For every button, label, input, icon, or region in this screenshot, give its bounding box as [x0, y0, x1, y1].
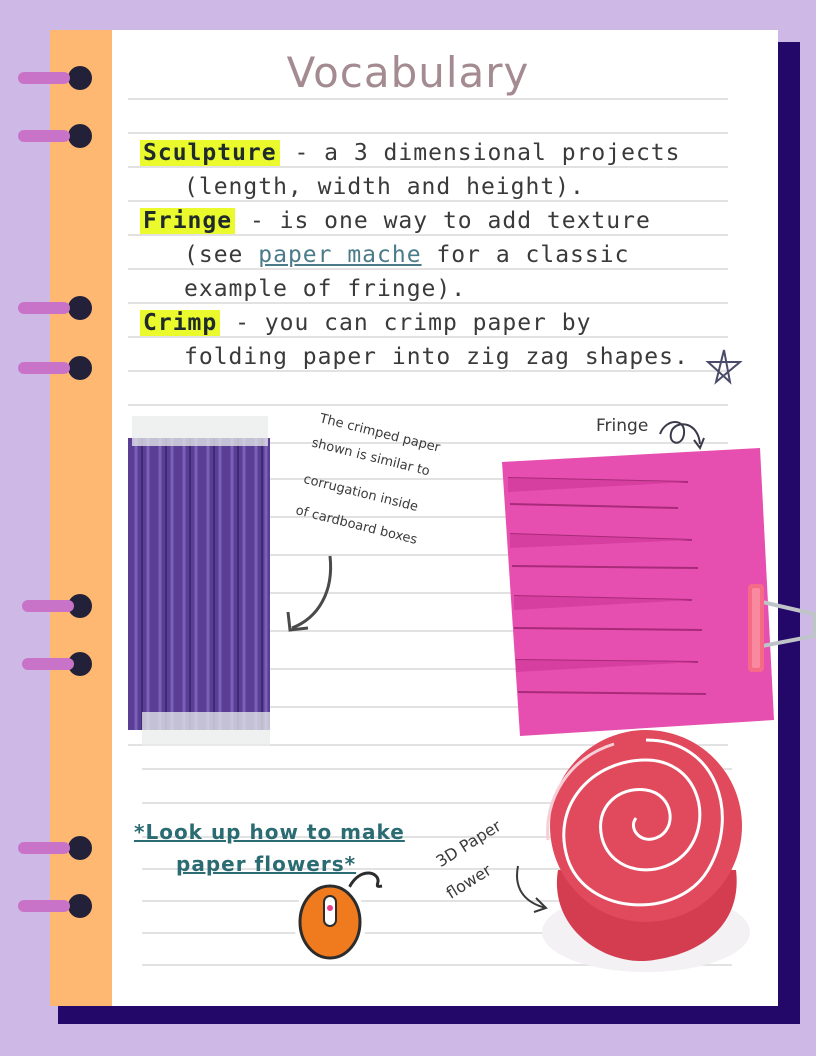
binder-ring: [22, 600, 74, 612]
curved-arrow-icon: [286, 555, 333, 632]
definition-text: - is one way to add texture: [235, 208, 651, 234]
term-sculpture: Sculpture: [140, 140, 280, 166]
term-crimp: Crimp: [140, 310, 221, 336]
ring-hole: [68, 296, 92, 320]
ruled-line: [128, 132, 728, 134]
definition-text: for a classic: [421, 242, 630, 268]
ring-hole: [68, 836, 92, 860]
paper-mache-link[interactable]: paper mache: [258, 242, 421, 268]
binder-ring: [18, 362, 70, 374]
vocab-line-crimp: Crimp - you can crimp paper by: [140, 306, 740, 340]
crimped-paper-image: [128, 416, 270, 746]
binder-ring: [18, 900, 70, 912]
page-title: Vocabulary: [286, 48, 530, 97]
ruled-line: [128, 404, 728, 406]
computer-mouse-icon[interactable]: [286, 866, 396, 966]
vocab-line: (length, width and height).: [184, 174, 585, 200]
binder-ring: [18, 842, 70, 854]
vocab-line-sculpture: Sculpture - a 3 dimensional projects: [140, 136, 740, 170]
vocab-line: (see paper mache for a classic: [184, 238, 784, 272]
ring-hole: [68, 356, 92, 380]
vocab-line: folding paper into zig zag shapes.: [184, 344, 689, 370]
binder-clip-icon: [748, 584, 816, 672]
ruled-line: [128, 98, 728, 100]
paper-rose-image: [542, 730, 750, 972]
binder-ring: [22, 658, 74, 670]
tape-top: [132, 416, 268, 446]
flower-link-line1[interactable]: *Look up how to make: [134, 820, 405, 844]
ring-hole: [68, 124, 92, 148]
star-doodle-icon: [705, 349, 743, 385]
binder-ring: [18, 302, 70, 314]
definition-text: - a 3 dimensional projects: [279, 140, 681, 166]
ring-hole: [68, 894, 92, 918]
vocab-line: example of fringe).: [184, 276, 467, 302]
fringe-paper-image: [502, 448, 774, 736]
vocab-line-fringe: Fringe - is one way to add texture: [140, 204, 740, 238]
term-fringe: Fringe: [140, 208, 236, 234]
binder-ring: [18, 130, 70, 142]
definition-text: (see: [184, 242, 259, 268]
tape-bottom: [142, 712, 270, 746]
definition-text: - you can crimp paper by: [220, 310, 592, 336]
fringe-label: Fringe: [596, 416, 649, 436]
